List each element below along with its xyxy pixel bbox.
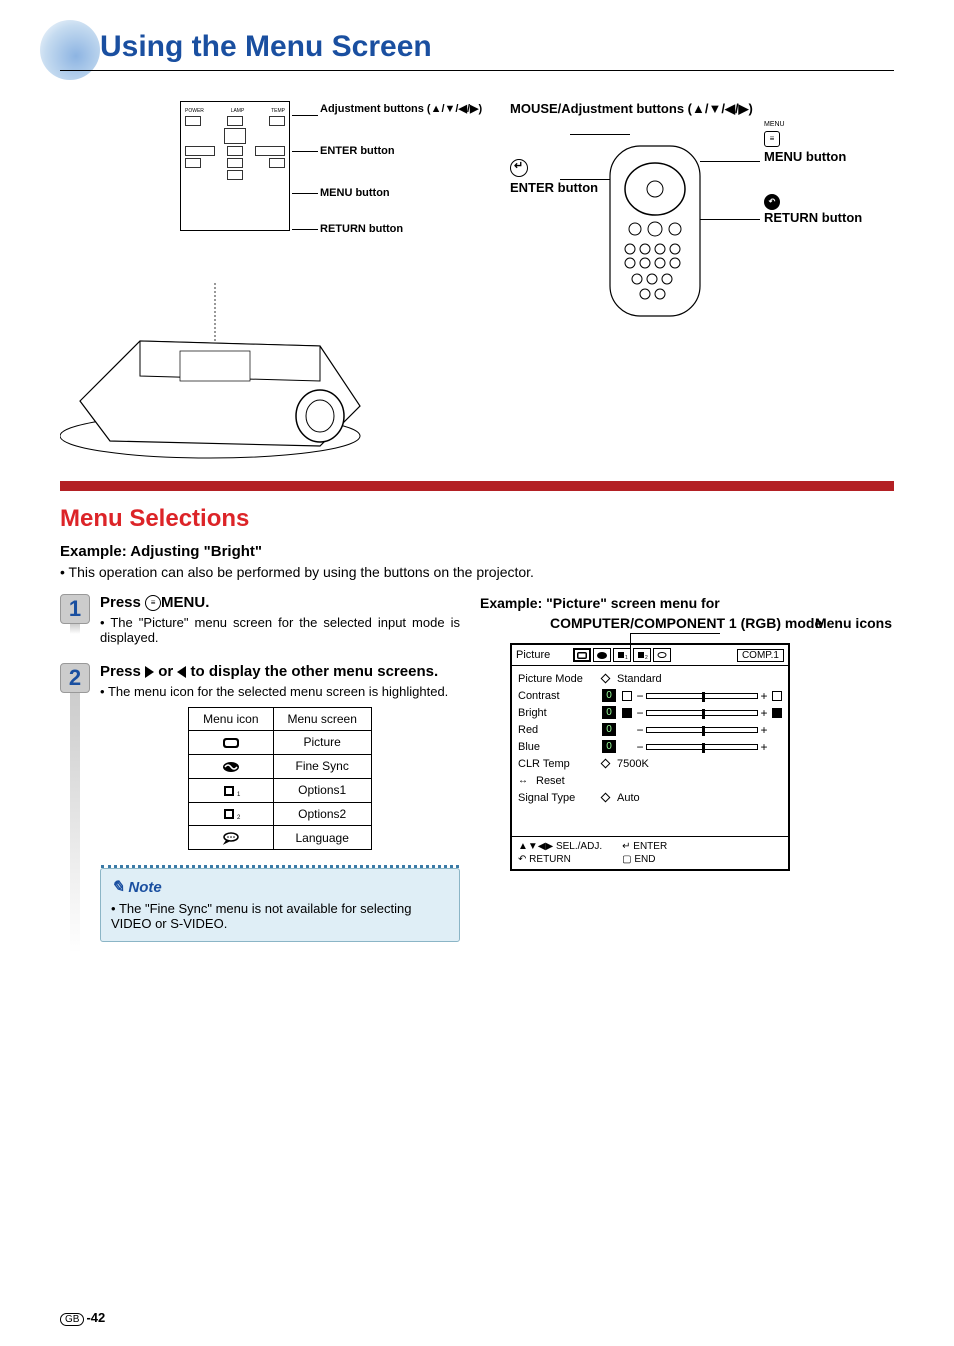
projector-illustration bbox=[60, 281, 380, 461]
enter-button-label: ENTER button bbox=[320, 145, 395, 158]
osd-row-bright: Bright 0 −+ bbox=[518, 704, 782, 721]
example-subtitle: Example: Adjusting "Bright" bbox=[60, 543, 894, 560]
table-cell: Fine Sync bbox=[273, 754, 371, 778]
page-title: Using the Menu Screen bbox=[60, 30, 894, 71]
osd-screen: Picture 1 2 COMP.1 Picture Mode Standard bbox=[510, 643, 790, 871]
diamond-icon bbox=[601, 674, 611, 684]
menu-icon-table: Menu icon Menu screen Picture Fine Sync … bbox=[188, 707, 372, 850]
osd-row-signal-type: Signal Type Auto bbox=[518, 789, 782, 806]
step-1: 1 Press ≡MENU. The "Picture" menu screen… bbox=[60, 594, 460, 645]
osd-tab-language bbox=[653, 648, 671, 662]
page-title-wrap: Using the Menu Screen bbox=[60, 30, 894, 71]
table-row: 2 Options2 bbox=[189, 802, 372, 826]
osd-footer: ▲▼◀▶ SEL./ADJ. ↶ RETURN ↵ ENTER ▢ END bbox=[512, 836, 788, 869]
return-button-label: RETURN button bbox=[320, 223, 403, 236]
enter-icon bbox=[510, 159, 528, 177]
table-row: Language bbox=[189, 826, 372, 850]
menu-button-label: MENU button bbox=[320, 187, 390, 200]
table-header-screen: Menu screen bbox=[273, 708, 371, 731]
table-cell: Picture bbox=[273, 731, 371, 755]
section-title: Menu Selections bbox=[60, 505, 894, 533]
options2-icon: 2 bbox=[221, 807, 241, 821]
svg-text:2: 2 bbox=[237, 815, 241, 821]
diamond-icon bbox=[601, 793, 611, 803]
finesync-icon bbox=[221, 760, 241, 774]
mouse-adjustment-label: MOUSE/Adjustment buttons (▲/▼/◀/▶) bbox=[510, 101, 753, 118]
menu-circle-icon: ≡ bbox=[145, 595, 161, 611]
menu-button-label-remote: MENU button bbox=[764, 149, 894, 164]
remote-right-labels: MENU ≡ MENU button ↶ RETURN button bbox=[764, 121, 894, 255]
osd-tab-options1: 1 bbox=[613, 648, 631, 662]
page-number: GB-42 bbox=[60, 1310, 105, 1326]
table-row: 1 Options1 bbox=[189, 778, 372, 802]
table-cell: Language bbox=[273, 826, 371, 850]
osd-tab-finesync bbox=[593, 648, 611, 662]
menu-tiny-label: MENU bbox=[764, 121, 894, 128]
projector-diagram: POWERLAMPTEMP Adjustment buttons (▲/▼/◀/… bbox=[60, 101, 480, 461]
section-divider-bar bbox=[60, 481, 894, 491]
step-2-title: Press or to display the other menu scree… bbox=[100, 663, 460, 680]
osd-row-picture-mode: Picture Mode Standard bbox=[518, 670, 782, 687]
remote-illustration bbox=[590, 141, 720, 321]
note-title: ✎ Note bbox=[111, 877, 449, 897]
operation-note: This operation can also be performed by … bbox=[60, 564, 894, 580]
steps-column: 1 Press ≡MENU. The "Picture" menu screen… bbox=[60, 594, 460, 960]
osd-tab-picture bbox=[573, 648, 591, 662]
osd-title: Picture bbox=[516, 649, 571, 661]
screen-example-column: Example: "Picture" screen menu for COMPU… bbox=[480, 594, 894, 960]
table-cell: Options1 bbox=[273, 778, 371, 802]
osd-row-red: Red 0 −+ bbox=[518, 721, 782, 738]
language-icon bbox=[221, 831, 241, 845]
reset-arrows-icon: ↔ bbox=[518, 775, 528, 786]
table-row: Picture bbox=[189, 731, 372, 755]
step-1-text: The "Picture" menu screen for the select… bbox=[100, 615, 460, 645]
osd-row-clr-temp: CLR Temp 7500K bbox=[518, 755, 782, 772]
note-body: The "Fine Sync" menu is not available fo… bbox=[111, 901, 449, 931]
right-arrow-icon bbox=[145, 666, 154, 678]
osd-tab-options2: 2 bbox=[633, 648, 651, 662]
table-row: Fine Sync bbox=[189, 754, 372, 778]
menu-icon: ≡ bbox=[764, 131, 780, 147]
note-pencil-icon: ✎ bbox=[111, 877, 124, 897]
osd-body: Picture Mode Standard Contrast 0 −+ Brig… bbox=[512, 666, 788, 836]
note-box: ✎ Note The "Fine Sync" menu is not avail… bbox=[100, 868, 460, 942]
diamond-icon bbox=[601, 759, 611, 769]
svg-text:2: 2 bbox=[645, 655, 648, 660]
enter-button-label-remote: ENTER button bbox=[510, 159, 598, 195]
table-header-icon: Menu icon bbox=[189, 708, 273, 731]
osd-row-reset: ↔ Reset bbox=[518, 772, 782, 789]
options1-icon: 1 bbox=[221, 784, 241, 798]
step-number: 2 bbox=[60, 663, 90, 693]
picture-icon bbox=[221, 736, 241, 750]
step-1-title: Press ≡MENU. bbox=[100, 594, 460, 611]
step-number: 1 bbox=[60, 594, 90, 624]
menu-icons-label: Menu icons bbox=[815, 615, 892, 631]
osd-row-contrast: Contrast 0 −+ bbox=[518, 687, 782, 704]
osd-row-blue: Blue 0 −+ bbox=[518, 738, 782, 755]
osd-header: Picture 1 2 COMP.1 bbox=[512, 645, 788, 666]
return-icon: ↶ bbox=[764, 194, 780, 210]
table-cell: Options2 bbox=[273, 802, 371, 826]
remote-diagram: MOUSE/Adjustment buttons (▲/▼/◀/▶) ENTER… bbox=[510, 101, 894, 341]
region-badge: GB bbox=[60, 1313, 84, 1326]
step-2-text: The menu icon for the selected menu scre… bbox=[100, 684, 460, 699]
return-button-label-remote: RETURN button bbox=[764, 210, 894, 225]
diagram-row: POWERLAMPTEMP Adjustment buttons (▲/▼/◀/… bbox=[60, 101, 894, 461]
osd-input-badge: COMP.1 bbox=[737, 649, 784, 662]
svg-text:1: 1 bbox=[237, 792, 241, 798]
step-2: 2 Press or to display the other menu scr… bbox=[60, 663, 460, 942]
control-panel-illustration: POWERLAMPTEMP bbox=[180, 101, 290, 231]
svg-text:1: 1 bbox=[625, 655, 628, 660]
adjustment-buttons-label: Adjustment buttons (▲/▼/◀/▶) bbox=[320, 103, 482, 116]
